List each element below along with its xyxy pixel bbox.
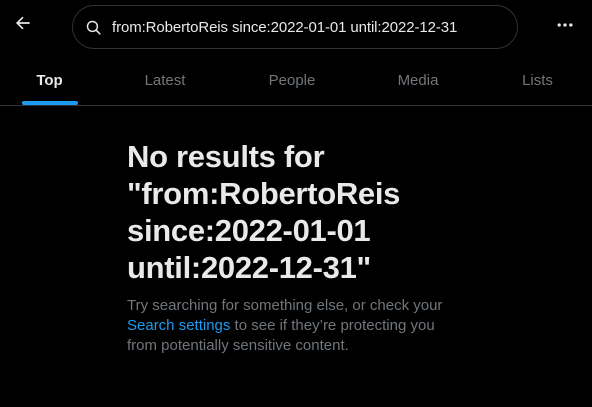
title-line: until:2022-12-31" (127, 250, 371, 285)
message-line: Search settings to see if they’re protec… (127, 316, 457, 336)
title-line: "from:RobertoReis (127, 176, 401, 211)
search-icon (85, 18, 103, 36)
search-tabs: Top Latest People Media Lists (0, 54, 592, 106)
tab-media[interactable]: Media (353, 54, 483, 106)
tab-latest[interactable]: Latest (99, 54, 231, 106)
message-line: from potentially sensitive content. (127, 337, 349, 354)
search-query-text[interactable]: from:RobertoReis since:2022-01-01 until:… (112, 19, 457, 36)
title-line: No results for (127, 139, 325, 174)
search-results-page: from:RobertoReis since:2022-01-01 until:… (0, 0, 592, 407)
title-line: since:2022-01-01 (127, 213, 371, 248)
message-line: Try searching for something else, or che… (127, 297, 443, 314)
empty-state-message: Try searching for something else, or che… (127, 296, 457, 356)
active-tab-indicator (22, 101, 78, 105)
more-options-button[interactable] (548, 10, 582, 44)
empty-state: No results for "from:RobertoReis since:2… (127, 138, 467, 356)
tab-people[interactable]: People (231, 54, 353, 106)
search-input[interactable]: from:RobertoReis since:2022-01-01 until:… (72, 5, 518, 49)
back-button[interactable] (6, 8, 40, 42)
arrow-left-icon (13, 13, 33, 38)
empty-state-title: No results for "from:RobertoReis since:2… (127, 138, 467, 286)
tab-lists[interactable]: Lists (483, 54, 592, 106)
search-settings-link[interactable]: Search settings (127, 317, 230, 334)
more-icon (555, 15, 575, 40)
top-bar: from:RobertoReis since:2022-01-01 until:… (0, 0, 592, 54)
tab-top[interactable]: Top (0, 54, 99, 106)
message-text: to see if they’re protecting you (230, 317, 435, 334)
